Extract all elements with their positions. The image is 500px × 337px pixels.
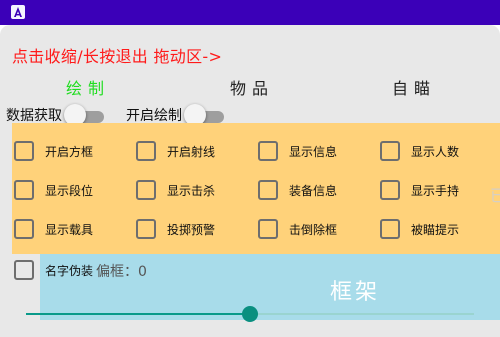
slider-fill xyxy=(26,313,250,315)
option-label: 开启方框 xyxy=(45,144,94,159)
box-offset-label: 偏框：0 xyxy=(96,264,147,280)
checkbox[interactable] xyxy=(258,180,278,200)
slider-knob[interactable] xyxy=(242,306,258,322)
option-label: 装备信息 xyxy=(289,183,338,198)
name-disguise-label: 名字伪装 xyxy=(45,264,94,278)
option-label: 开启射线 xyxy=(167,144,216,159)
option-label: 显示手持 xyxy=(411,183,460,198)
status-bar xyxy=(0,0,500,25)
checkbox[interactable] xyxy=(136,180,156,200)
tab-aim[interactable]: 自瞄 xyxy=(392,75,436,99)
tab-draw[interactable]: 绘制 xyxy=(66,75,110,99)
option-kills[interactable]: 显示击杀 xyxy=(136,179,215,201)
option-equipment[interactable]: 装备信息 xyxy=(258,179,337,201)
option-name-disguise[interactable] xyxy=(14,259,34,281)
option-label: 显示击杀 xyxy=(167,183,216,198)
tab-items[interactable]: 物品 xyxy=(230,75,274,99)
option-info[interactable]: 显示信息 xyxy=(258,140,337,162)
offset-slider[interactable] xyxy=(26,306,474,322)
checkbox[interactable] xyxy=(136,141,156,161)
checkbox[interactable] xyxy=(258,141,278,161)
frame-title: 框架 xyxy=(330,280,381,305)
option-held-item[interactable]: 显示手持 xyxy=(380,179,459,201)
checkbox[interactable] xyxy=(258,219,278,239)
option-aimed-alert[interactable]: 被瞄提示 xyxy=(380,218,459,240)
option-label: 显示段位 xyxy=(45,183,94,198)
option-label: 投掷预警 xyxy=(167,222,216,237)
checkbox[interactable] xyxy=(14,260,34,280)
checkbox[interactable] xyxy=(136,219,156,239)
option-box[interactable]: 开启方框 xyxy=(14,140,93,162)
option-player-count[interactable]: 显示人数 xyxy=(380,140,459,162)
option-label: 显示信息 xyxy=(289,144,338,159)
option-line[interactable]: 开启射线 xyxy=(136,140,215,162)
option-label: 显示载具 xyxy=(45,222,94,237)
toggle-enable-draw-label: 开启绘制 xyxy=(126,108,182,124)
checkbox[interactable] xyxy=(380,141,400,161)
checkbox[interactable] xyxy=(380,219,400,239)
option-rank[interactable]: 显示段位 xyxy=(14,179,93,201)
option-label: 击倒除框 xyxy=(289,222,338,237)
option-label: 被瞄提示 xyxy=(411,222,460,237)
faint-overlay-char: 已 xyxy=(490,186,500,205)
checkbox[interactable] xyxy=(14,180,34,200)
option-label: 显示人数 xyxy=(411,144,460,159)
checkbox[interactable] xyxy=(380,180,400,200)
checkbox[interactable] xyxy=(14,141,34,161)
option-knockdown-remove-box[interactable]: 击倒除框 xyxy=(258,218,337,240)
drag-hint-label[interactable]: 点击收缩/长按退出 拖动区-> xyxy=(12,43,222,67)
app-icon xyxy=(11,5,25,19)
option-vehicle[interactable]: 显示载具 xyxy=(14,218,93,240)
checkbox[interactable] xyxy=(14,219,34,239)
option-grenade-warning[interactable]: 投掷预警 xyxy=(136,218,215,240)
toggle-data-fetch-label: 数据获取 xyxy=(6,108,62,124)
